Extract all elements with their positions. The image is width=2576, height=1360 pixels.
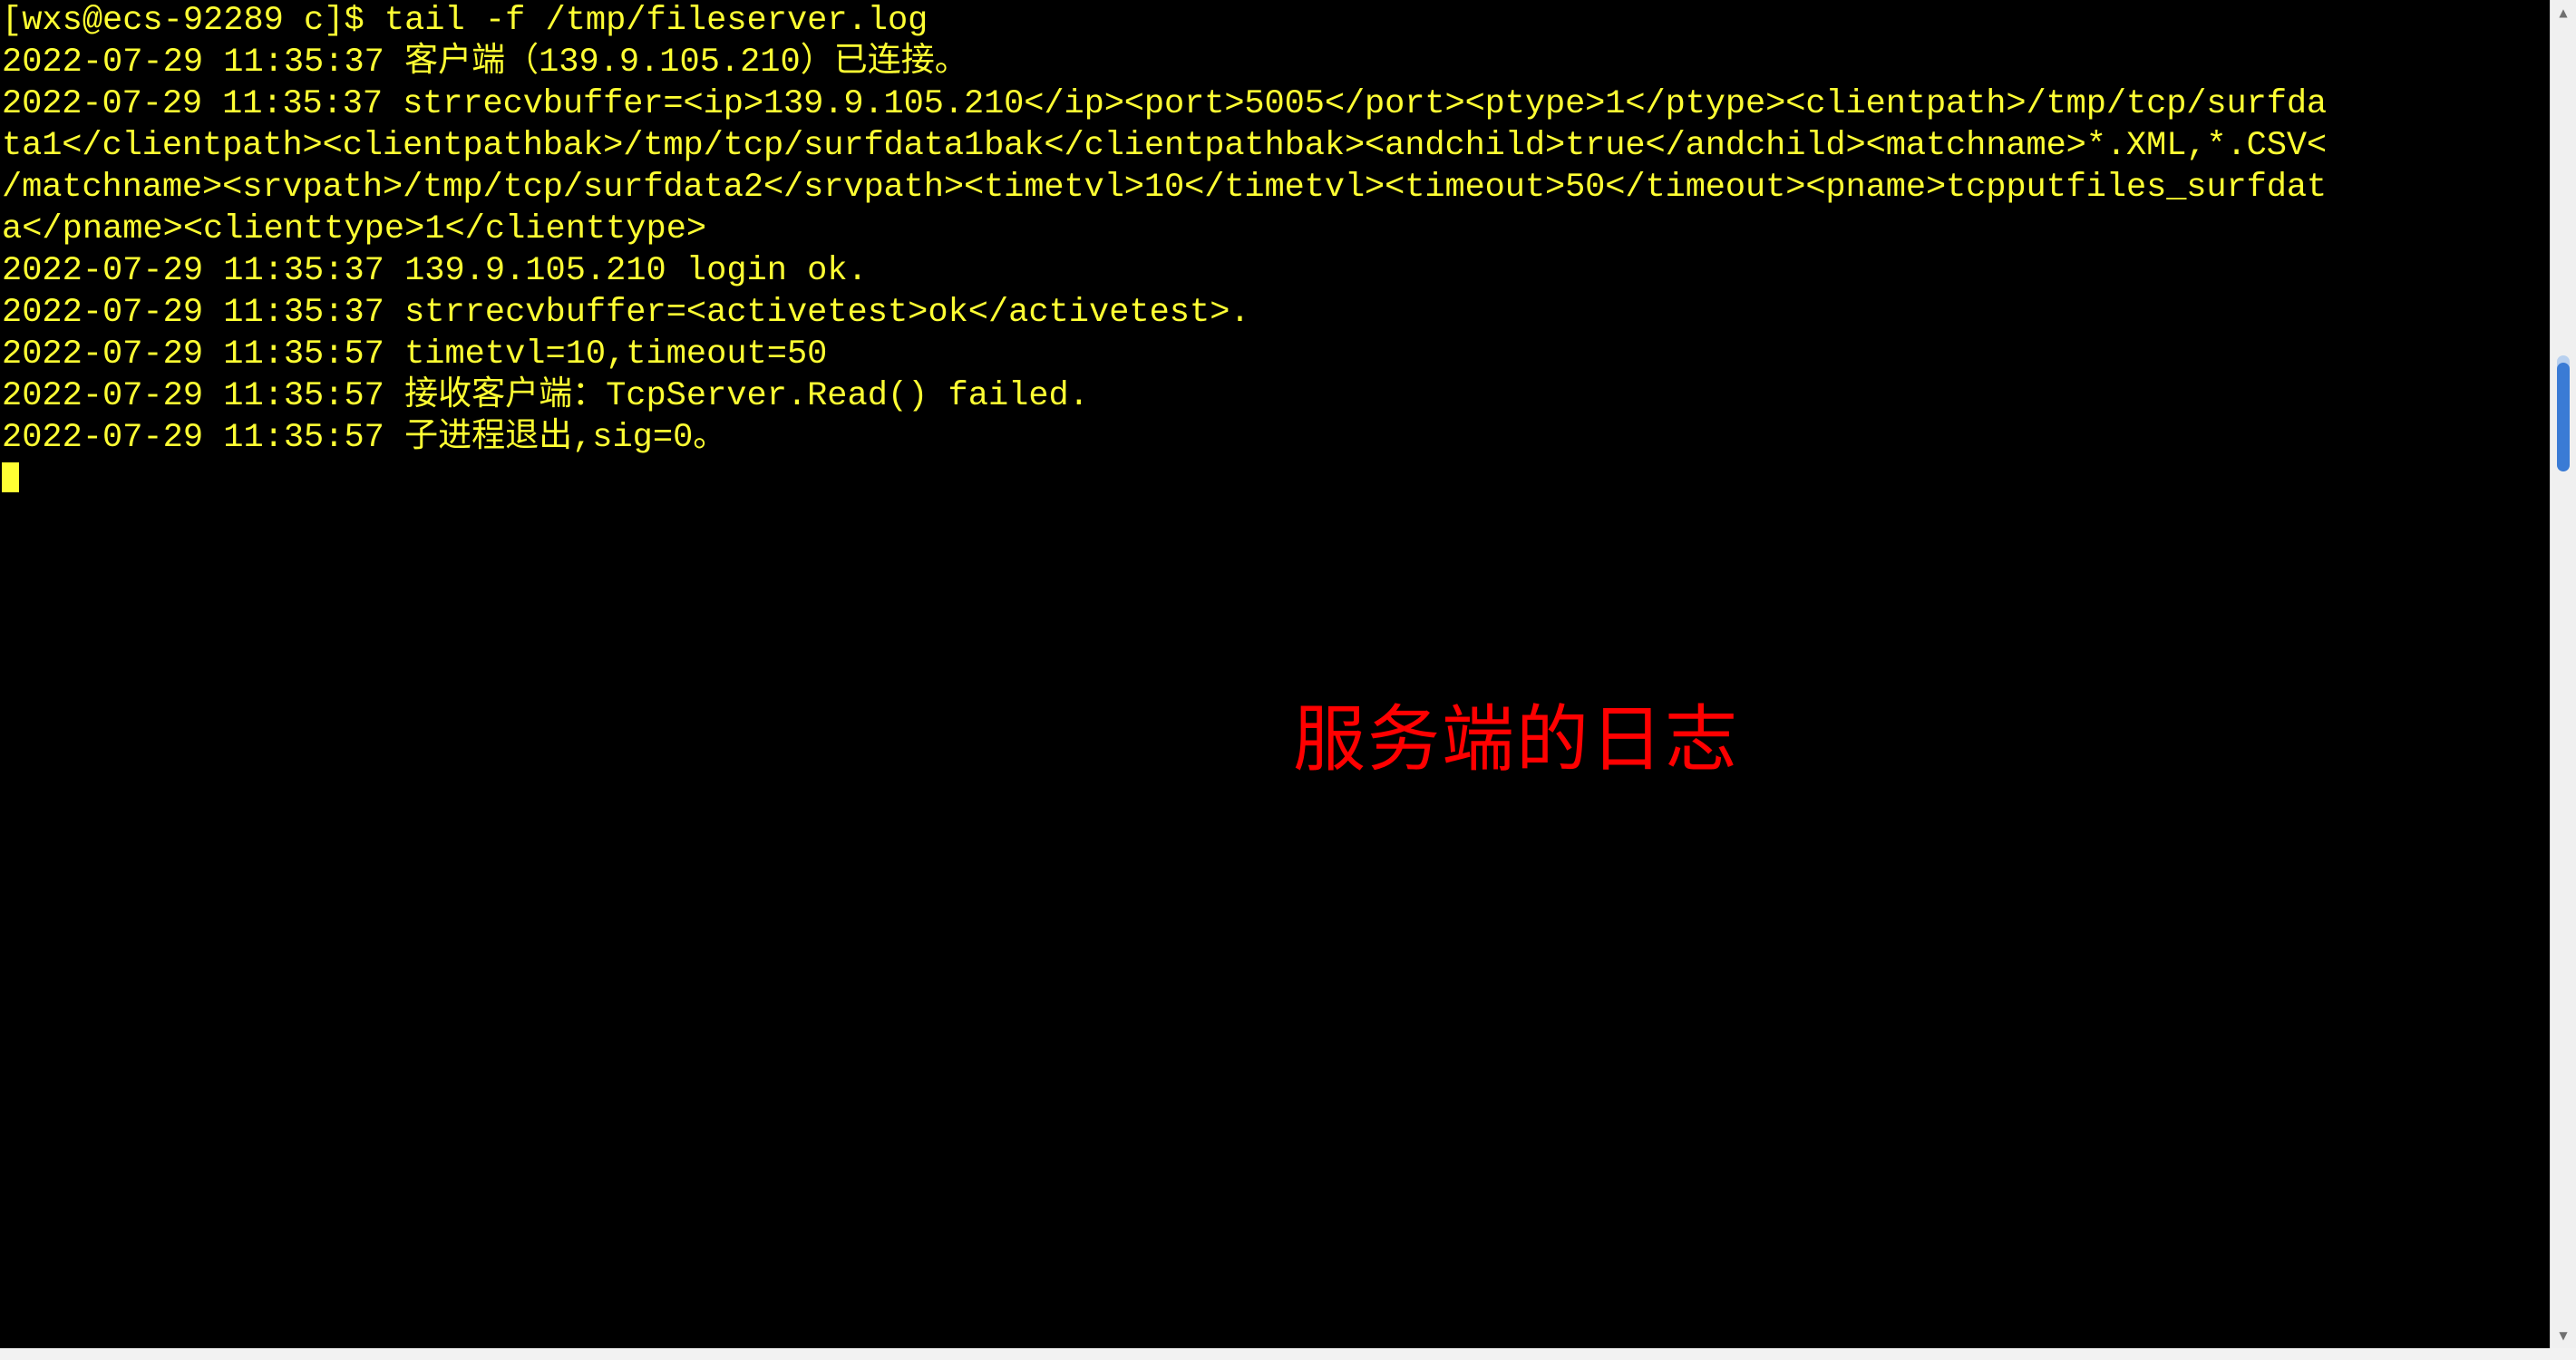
log-line: 2022-07-29 11:35:57 接收客户端：TcpServer.Read… [2,377,1089,415]
terminal-output: [wxs@ecs-92289 c]$ tail -f /tmp/fileserv… [2,0,2548,500]
annotation-label: 服务端的日志 [1293,697,1739,782]
text-cursor [2,461,19,492]
scrollbar-thumb[interactable] [2557,363,2570,471]
log-line: 2022-07-29 11:35:57 子进程退出,sig=0。 [2,419,727,457]
log-line: 2022-07-29 11:35:37 strrecvbuffer=<activ… [2,294,1250,332]
log-line: ta1</clientpath><clientpathbak>/tmp/tcp/… [2,127,2328,165]
terminal-cursor-row [2,459,2548,500]
scroll-up-arrow-icon[interactable]: ▲ [2551,0,2576,25]
terminal-screen[interactable]: [wxs@ecs-92289 c]$ tail -f /tmp/fileserv… [0,0,2550,1348]
vertical-scrollbar[interactable]: ▲ ▼ [2550,0,2576,1348]
log-line: 2022-07-29 11:35:37 139.9.105.210 login … [2,252,868,290]
scroll-down-arrow-icon[interactable]: ▼ [2551,1323,2576,1348]
terminal-prompt-line: [wxs@ecs-92289 c]$ tail -f /tmp/fileserv… [2,2,928,40]
terminal-window: [wxs@ecs-92289 c]$ tail -f /tmp/fileserv… [0,0,2576,1360]
window-bottom-edge [0,1348,2576,1360]
log-line: 2022-07-29 11:35:37 strrecvbuffer=<ip>13… [2,85,2328,123]
log-line: 2022-07-29 11:35:57 timetvl=10,timeout=5… [2,335,828,374]
log-line: a</pname><clienttype>1</clienttype> [2,210,707,248]
log-line: /matchname><srvpath>/tmp/tcp/surfdata2</… [2,169,2328,207]
log-line: 2022-07-29 11:35:37 客户端（139.9.105.210）已连… [2,44,968,82]
